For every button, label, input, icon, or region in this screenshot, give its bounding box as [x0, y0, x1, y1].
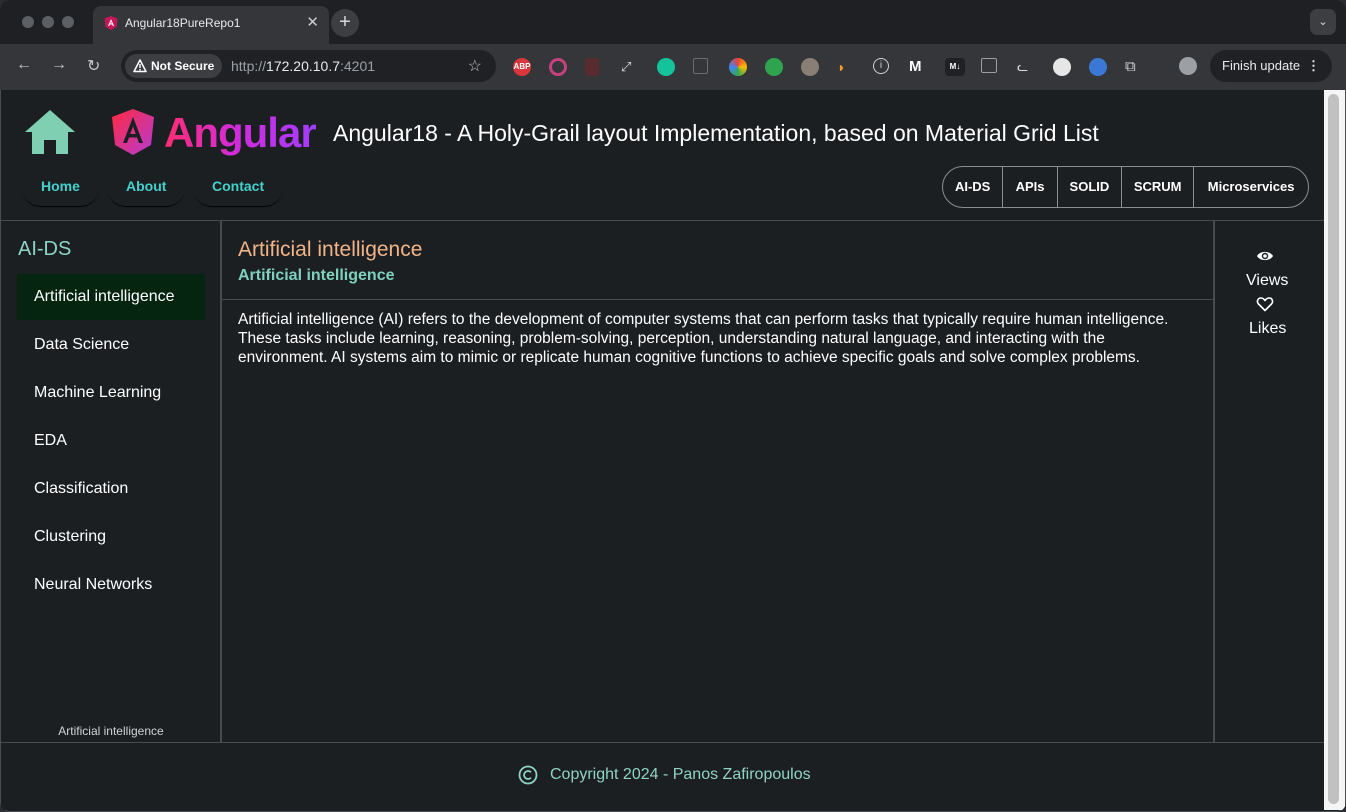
right-panel-divider [1213, 221, 1215, 743]
info-icon[interactable]: i [873, 58, 889, 74]
pin-icon[interactable]: ⤢ [621, 58, 639, 76]
color-wheel-icon[interactable] [729, 58, 747, 76]
angular-favicon-icon [104, 16, 118, 30]
copyright-text: Copyright 2024 - Panos Zafiropoulos [550, 766, 811, 783]
nav-about-link[interactable]: About [106, 166, 186, 206]
finish-update-button[interactable]: Finish update ⋮ [1210, 50, 1332, 82]
content-body: Artificial intelligence (AI) refers to t… [238, 311, 1169, 366]
back-arrow-icon[interactable]: ← [16, 56, 32, 74]
header-divider [1, 220, 1324, 221]
browser-tab[interactable]: Angular18PureRepo1 ✕ [93, 6, 329, 44]
angular-logo-icon [112, 109, 154, 155]
m-logo-icon[interactable]: M [909, 58, 927, 76]
topic-button-microservices[interactable]: Microservices [1193, 167, 1308, 207]
ghost-icon[interactable]: ◗ [837, 58, 855, 76]
security-label: Not Secure [151, 59, 215, 73]
markdown-icon[interactable]: M↓ [945, 58, 965, 76]
sidebar-item-classification[interactable]: Classification [17, 466, 205, 512]
browser-window: Angular18PureRepo1 ✕ + ⌄ ← → ↻ Not Secur… [0, 0, 1346, 812]
web-page: Angular Angular18 - A Holy-Grail layout … [1, 90, 1324, 810]
page-footer: Copyright 2024 - Panos Zafiropoulos [1, 743, 1324, 810]
sidebar-footer: Artificial intelligence [58, 724, 164, 738]
sidebar-title: AI-DS [18, 238, 72, 260]
page-scrollbar[interactable] [1324, 90, 1345, 810]
topic-button-solid[interactable]: SOLID [1056, 167, 1121, 207]
tab-strip: Angular18PureRepo1 ✕ + ⌄ [0, 0, 1346, 44]
nav-home-link[interactable]: Home [21, 166, 100, 206]
new-tab-button[interactable]: + [331, 9, 359, 37]
more-vert-icon: ⋮ [1307, 58, 1320, 73]
angular-wordmark: Angular [164, 109, 317, 156]
copy-icon[interactable] [693, 58, 708, 74]
maximize-window-button[interactable] [62, 16, 74, 28]
topic-button-apis[interactable]: APIs [1002, 167, 1056, 207]
security-indicator[interactable]: Not Secure [125, 54, 223, 78]
sidebar-item-clustering[interactable]: Clustering [17, 514, 205, 560]
sidebar-item-artificial-intelligence[interactable]: Artificial intelligence [17, 274, 205, 320]
sidebar-item-eda[interactable]: EDA [17, 418, 205, 464]
scrollbar-thumb[interactable] [1328, 94, 1339, 804]
views-label: Views [1246, 272, 1289, 289]
close-window-button[interactable] [22, 16, 34, 28]
grammarly-icon[interactable] [657, 58, 675, 76]
pdf-icon[interactable] [585, 58, 599, 76]
content-header-divider [222, 299, 1213, 300]
home-icon[interactable] [23, 108, 77, 156]
sidebar-item-neural-networks[interactable]: Neural Networks [17, 562, 205, 608]
heart-icon[interactable] [1256, 295, 1274, 313]
puzzle-icon[interactable]: ⧉ [1125, 58, 1143, 76]
topic-button-ai-ds[interactable]: AI-DS [943, 167, 1002, 207]
page-title: Angular18 - A Holy-Grail layout Implemen… [333, 120, 1099, 146]
minimize-window-button[interactable] [42, 16, 54, 28]
bookmark-star-icon[interactable]: ☆ [468, 56, 482, 76]
moon-icon[interactable] [1053, 58, 1071, 76]
browser-toolbar: ← → ↻ Not Secure http://172.20.10.7:4201… [0, 44, 1346, 90]
globe-icon[interactable] [1089, 58, 1107, 76]
topic-button-group: AI-DS APIs SOLID SCRUM Microservices [942, 166, 1309, 208]
abp-icon[interactable]: ABP [513, 58, 531, 76]
tab-title: Angular18PureRepo1 [125, 16, 241, 30]
reload-icon[interactable]: ↻ [87, 56, 100, 76]
url-text: http://172.20.10.7:4201 [231, 58, 376, 74]
address-bar[interactable]: Not Secure http://172.20.10.7:4201 ☆ [121, 50, 496, 82]
topic-button-scrum[interactable]: SCRUM [1121, 167, 1193, 207]
nav-contact-link[interactable]: Contact [192, 166, 284, 206]
glasses-icon[interactable] [801, 58, 819, 76]
sidebar-item-machine-learning[interactable]: Machine Learning [17, 370, 205, 416]
forward-arrow-icon[interactable]: → [51, 56, 67, 74]
tab-close-icon[interactable]: ✕ [306, 13, 319, 31]
profile-avatar[interactable] [1179, 57, 1197, 75]
likes-label: Likes [1249, 320, 1287, 337]
copyright-icon [518, 765, 538, 785]
tab-search-button[interactable]: ⌄ [1310, 9, 1336, 35]
ring-icon[interactable] [549, 58, 567, 76]
content-subtitle: Artificial intelligence [238, 267, 395, 284]
content-title: Artificial intelligence [238, 238, 423, 261]
github-icon[interactable] [765, 58, 783, 76]
sidebar-item-data-science[interactable]: Data Science [17, 322, 205, 368]
warning-icon [133, 59, 147, 73]
cat-icon[interactable]: ᓚ [1017, 58, 1035, 76]
eye-icon[interactable] [1256, 247, 1274, 265]
window-icon[interactable] [981, 58, 997, 73]
